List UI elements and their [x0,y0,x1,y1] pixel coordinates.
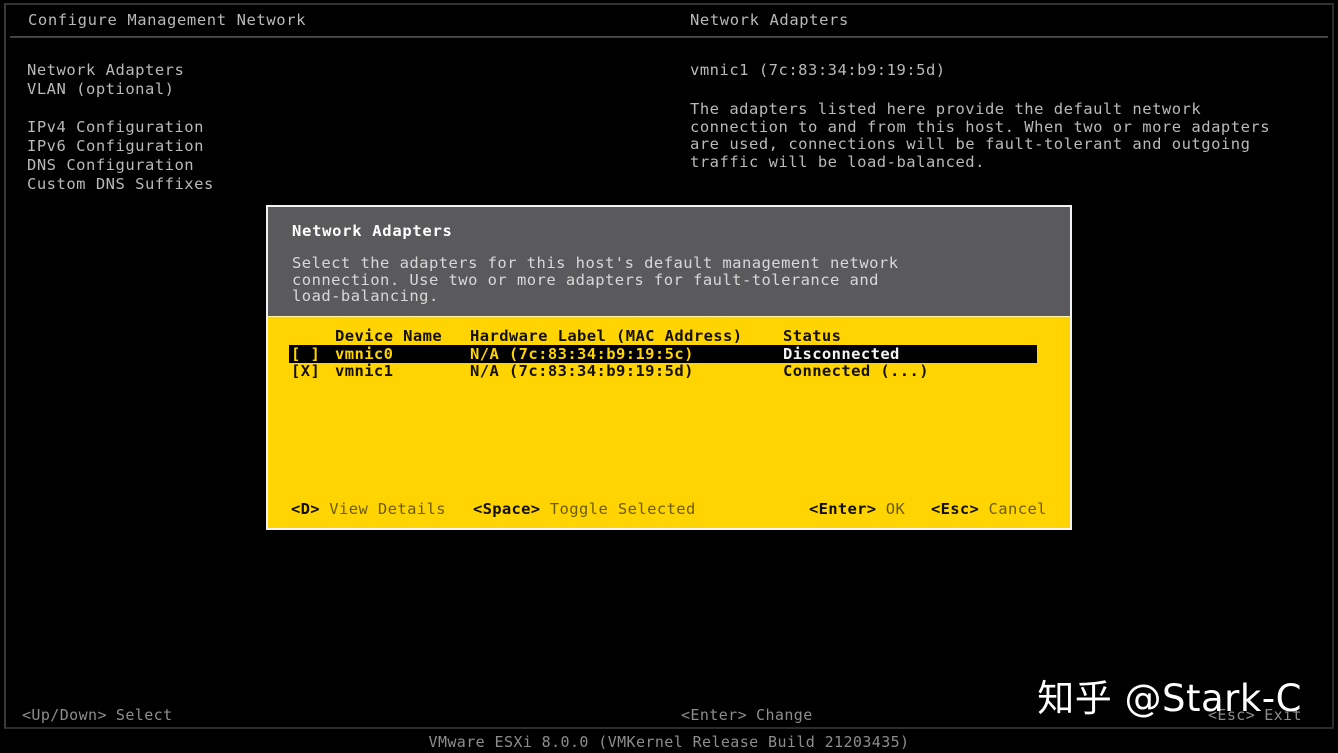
dcui-screen: Configure Management Network Network Ada… [0,0,1338,753]
detail-panel: vmnic1 (7c:83:34:b9:19:5d) The adapters … [690,61,1320,171]
change-key: <Enter> [681,706,748,724]
ok-label: OK [885,500,906,518]
change-hint[interactable]: <Enter> Change [681,704,813,726]
page-title-left: Configure Management Network [28,11,307,29]
menu-spacer [27,99,367,118]
dialog-frame: Network Adapters Select the adapters for… [266,205,1072,530]
status-bar: <Up/Down> Select <Enter> Change <Esc> Ex… [0,704,1338,726]
dialog-header: Network Adapters Select the adapters for… [268,207,1070,316]
row-checkbox[interactable]: [X] [291,363,320,380]
dialog-body: Device Name Hardware Label (MAC Address)… [268,316,1070,528]
exit-hint[interactable]: <Esc> Exit [1208,704,1302,726]
dialog-title: Network Adapters [292,222,453,240]
page-title-right: Network Adapters [690,11,849,29]
sidebar-item-custom-dns-suffixes[interactable]: Custom DNS Suffixes [27,175,367,194]
table-row[interactable]: [X] vmnic1 N/A (7c:83:34:b9:19:5d) Conne… [268,363,1070,380]
dialog-description-line: Select the adapters for this host's defa… [292,254,899,272]
detail-description-line: traffic will be load-balanced. [690,152,985,171]
header-divider [10,36,1328,38]
sidebar-item-dns-configuration[interactable]: DNS Configuration [27,156,367,175]
row-status: Connected (...) [783,362,929,380]
view-details-hint[interactable]: <D> View Details [291,499,446,519]
dialog-description-line: load-balancing. [292,287,439,305]
change-label: Change [756,706,813,724]
ok-key: <Enter> [809,500,877,518]
detail-spacer [690,80,1320,101]
cancel-label: Cancel [988,500,1047,518]
select-hint[interactable]: <Up/Down> Select [22,704,173,726]
version-line: VMware ESXi 8.0.0 (VMKernel Release Buil… [428,733,910,751]
sidebar-item-vlan[interactable]: VLAN (optional) [27,80,367,99]
detail-adapter-summary: vmnic1 (7c:83:34:b9:19:5d) [690,61,946,79]
toggle-selected-hint[interactable]: <Space> Toggle Selected [473,499,696,519]
network-adapters-dialog: Network Adapters Select the adapters for… [262,202,1076,533]
sidebar-item-ipv6-configuration[interactable]: IPv6 Configuration [27,137,367,156]
select-key: <Up/Down> [22,706,107,724]
adapters-table: Device Name Hardware Label (MAC Address)… [268,328,1070,380]
ok-hint[interactable]: <Enter> OK [809,499,905,519]
row-hardware-label: N/A (7c:83:34:b9:19:5d) [470,362,694,380]
cancel-hint[interactable]: <Esc> Cancel [931,499,1047,519]
row-device-name: vmnic1 [335,362,394,380]
view-details-key: <D> [291,500,320,518]
cancel-key: <Esc> [931,500,980,518]
dialog-description: Select the adapters for this host's defa… [292,255,1046,305]
detail-description-line: The adapters listed here provide the def… [690,100,1202,118]
toggle-selected-key: <Space> [473,500,541,518]
column-header-hardware-label: Hardware Label (MAC Address) [470,327,743,345]
sidebar-item-ipv4-configuration[interactable]: IPv4 Configuration [27,118,367,137]
row-hardware-label: N/A (7c:83:34:b9:19:5c) [470,345,694,363]
row-status: Disconnected [783,345,900,363]
dialog-description-line: connection. Use two or more adapters for… [292,270,879,289]
row-device-name: vmnic0 [335,345,394,363]
settings-menu: Network Adapters VLAN (optional) IPv4 Co… [27,61,367,194]
dialog-footer: <D> View Details <Space> Toggle Selected… [268,499,1070,519]
column-header-device-name: Device Name [335,327,443,345]
exit-label: Exit [1264,706,1302,724]
table-row[interactable]: [ ] vmnic0 N/A (7c:83:34:b9:19:5c) Disco… [289,345,1037,363]
column-header-status: Status [783,327,842,345]
row-checkbox[interactable]: [ ] [291,345,320,363]
detail-description-line: are used, connections will be fault-tole… [690,135,1251,153]
toggle-selected-label: Toggle Selected [549,500,696,518]
exit-key: <Esc> [1208,706,1256,724]
table-header-row: Device Name Hardware Label (MAC Address)… [268,328,1070,345]
sidebar-item-network-adapters[interactable]: Network Adapters [27,61,367,80]
view-details-label: View Details [329,500,447,518]
select-label: Select [115,706,173,724]
detail-description-line: connection to and from this host. When t… [690,117,1271,136]
